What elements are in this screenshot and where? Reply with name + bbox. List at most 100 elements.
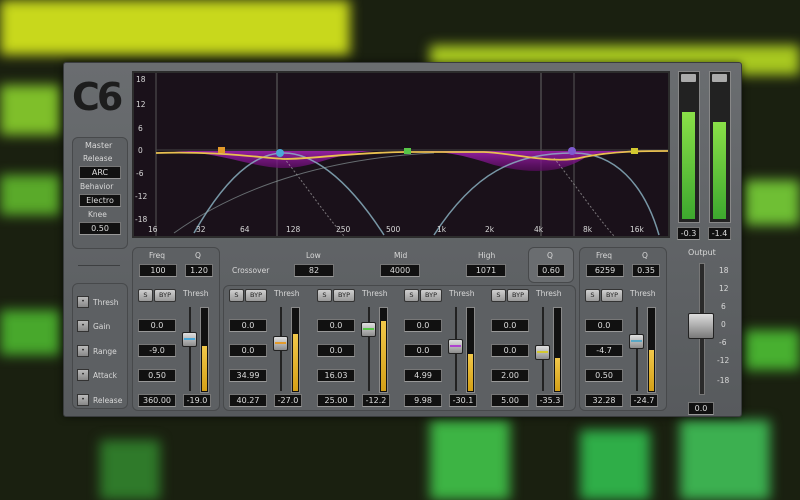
meter-cap bbox=[681, 74, 696, 82]
band6-param-3[interactable]: 32.28 bbox=[585, 394, 623, 407]
band6-param-1[interactable]: -4.7 bbox=[585, 344, 623, 357]
y-tick-neg18: -18 bbox=[135, 215, 148, 224]
band6-q-label: Q bbox=[642, 251, 648, 260]
band6-solo-button[interactable]: S bbox=[585, 289, 600, 302]
band2-param-3[interactable]: 40.27 bbox=[229, 394, 267, 407]
band5-thresh-label: Thresh bbox=[536, 289, 562, 298]
band4-gr-meter bbox=[466, 307, 475, 393]
band2-param-2[interactable]: 34.99 bbox=[229, 369, 267, 382]
band5-param-1[interactable]: 0.0 bbox=[491, 344, 529, 357]
band5-param-3[interactable]: 5.00 bbox=[491, 394, 529, 407]
band2-param-1[interactable]: 0.0 bbox=[229, 344, 267, 357]
eq-graph[interactable]: 18 12 6 0 -6 -12 -18 16 32 64 128 250 50… bbox=[132, 71, 670, 238]
band6-gr-meter-fill bbox=[649, 350, 654, 391]
x-tick-32: 32 bbox=[196, 225, 206, 234]
output-scale-6: 6 bbox=[721, 302, 726, 311]
band1-thresh-value[interactable]: -19.0 bbox=[183, 394, 211, 407]
c6-logo: C6 bbox=[72, 75, 123, 119]
band2-gr-meter bbox=[291, 307, 300, 393]
band1-q-value[interactable]: 1.20 bbox=[185, 264, 213, 277]
attack-link-button[interactable]: • bbox=[77, 369, 89, 381]
band6-freq-label: Freq bbox=[596, 251, 613, 260]
band6-bypass-button[interactable]: BYP bbox=[601, 289, 623, 302]
y-tick-neg12: -12 bbox=[135, 192, 148, 201]
crossover-q-value[interactable]: 0.60 bbox=[537, 264, 565, 277]
band1-freq-value[interactable]: 100 bbox=[139, 264, 177, 277]
band3-param-2[interactable]: 16.03 bbox=[317, 369, 355, 382]
band4-param-2[interactable]: 4.99 bbox=[404, 369, 442, 382]
band5-thresh-value[interactable]: -35.3 bbox=[536, 394, 564, 407]
band2-thresh-value[interactable]: -27.0 bbox=[274, 394, 302, 407]
band6-gr-meter bbox=[647, 307, 656, 393]
band4-thresh-fader[interactable] bbox=[448, 339, 463, 354]
band5-gr-meter-fill bbox=[555, 358, 560, 391]
row-labels-panel: • Thresh • Gain • Range • Attack • Relea… bbox=[72, 283, 128, 409]
band2-param-0[interactable]: 0.0 bbox=[229, 319, 267, 332]
band6-param-2[interactable]: 0.50 bbox=[585, 369, 623, 382]
output-scale-0: 0 bbox=[721, 320, 726, 329]
band1-thresh-fader-track bbox=[189, 307, 191, 391]
band1-gr-meter-fill bbox=[202, 346, 207, 391]
range-link-button[interactable]: • bbox=[77, 345, 89, 357]
band5-param-0[interactable]: 0.0 bbox=[491, 319, 529, 332]
output-peak-right[interactable]: -1.4 bbox=[708, 227, 731, 240]
band1-param-2[interactable]: 0.50 bbox=[138, 369, 176, 382]
crossover-high-value[interactable]: 1071 bbox=[466, 264, 506, 277]
band4-param-1[interactable]: 0.0 bbox=[404, 344, 442, 357]
band3-thresh-fader[interactable] bbox=[361, 322, 376, 337]
band3-solo-button[interactable]: S bbox=[317, 289, 332, 302]
band3-thresh-value[interactable]: -12.2 bbox=[362, 394, 390, 407]
crossover-mid-value[interactable]: 4000 bbox=[380, 264, 420, 277]
band4-solo-button[interactable]: S bbox=[404, 289, 419, 302]
band3-param-1[interactable]: 0.0 bbox=[317, 344, 355, 357]
x-tick-4k: 4k bbox=[534, 225, 544, 234]
band2-thresh-fader[interactable] bbox=[273, 336, 288, 351]
meter-fill-left bbox=[682, 112, 695, 219]
band6-thresh-fader[interactable] bbox=[629, 334, 644, 349]
crossover-label: Crossover bbox=[232, 266, 270, 275]
band4-param-0[interactable]: 0.0 bbox=[404, 319, 442, 332]
band3-bypass-button[interactable]: BYP bbox=[333, 289, 355, 302]
band5-param-2[interactable]: 2.00 bbox=[491, 369, 529, 382]
behavior-label: Behavior bbox=[80, 182, 114, 191]
band5-bypass-button[interactable]: BYP bbox=[507, 289, 529, 302]
band1-bypass-button[interactable]: BYP bbox=[154, 289, 176, 302]
band3-param-3[interactable]: 25.00 bbox=[317, 394, 355, 407]
band4-thresh-value[interactable]: -30.1 bbox=[449, 394, 477, 407]
band1-solo-button[interactable]: S bbox=[138, 289, 153, 302]
release-label: Release bbox=[83, 154, 113, 163]
x-tick-16k: 16k bbox=[630, 225, 644, 234]
band4-bypass-button[interactable]: BYP bbox=[420, 289, 442, 302]
band2-solo-button[interactable]: S bbox=[229, 289, 244, 302]
knee-value[interactable]: 0.50 bbox=[79, 222, 121, 235]
row-label-thresh: Thresh bbox=[93, 298, 119, 307]
band2-bypass-button[interactable]: BYP bbox=[245, 289, 267, 302]
band6-thresh-value[interactable]: -24.7 bbox=[630, 394, 658, 407]
release-link-button[interactable]: • bbox=[77, 394, 89, 406]
band1-thresh-fader[interactable] bbox=[182, 332, 197, 347]
crossover-mid-label: Mid bbox=[394, 251, 408, 260]
output-scale-12: 12 bbox=[719, 284, 729, 293]
band4-param-3[interactable]: 9.98 bbox=[404, 394, 442, 407]
thresh-link-button[interactable]: • bbox=[77, 296, 89, 308]
master-panel: Master Release ARC Behavior Electro Knee… bbox=[72, 137, 128, 249]
band6-param-0[interactable]: 0.0 bbox=[585, 319, 623, 332]
band1-param-0[interactable]: 0.0 bbox=[138, 319, 176, 332]
band6-q-value[interactable]: 0.35 bbox=[632, 264, 660, 277]
behavior-value[interactable]: Electro bbox=[79, 194, 121, 207]
band1-param-3[interactable]: 360.00 bbox=[138, 394, 176, 407]
crossover-low-value[interactable]: 82 bbox=[294, 264, 334, 277]
output-peak-left[interactable]: -0.3 bbox=[677, 227, 700, 240]
band6-freq-value[interactable]: 6259 bbox=[586, 264, 624, 277]
band1-freq-label: Freq bbox=[149, 251, 166, 260]
band1-param-1[interactable]: -9.0 bbox=[138, 344, 176, 357]
output-label: Output bbox=[688, 248, 716, 257]
band5-solo-button[interactable]: S bbox=[491, 289, 506, 302]
gain-link-button[interactable]: • bbox=[77, 320, 89, 332]
release-mode-value[interactable]: ARC bbox=[79, 166, 121, 179]
output-gain-value[interactable]: 0.0 bbox=[688, 402, 714, 415]
band5-thresh-fader[interactable] bbox=[535, 345, 550, 360]
output-fader-handle[interactable] bbox=[688, 313, 714, 339]
crossover-q-panel: Q 0.60 bbox=[528, 247, 574, 283]
band3-param-0[interactable]: 0.0 bbox=[317, 319, 355, 332]
